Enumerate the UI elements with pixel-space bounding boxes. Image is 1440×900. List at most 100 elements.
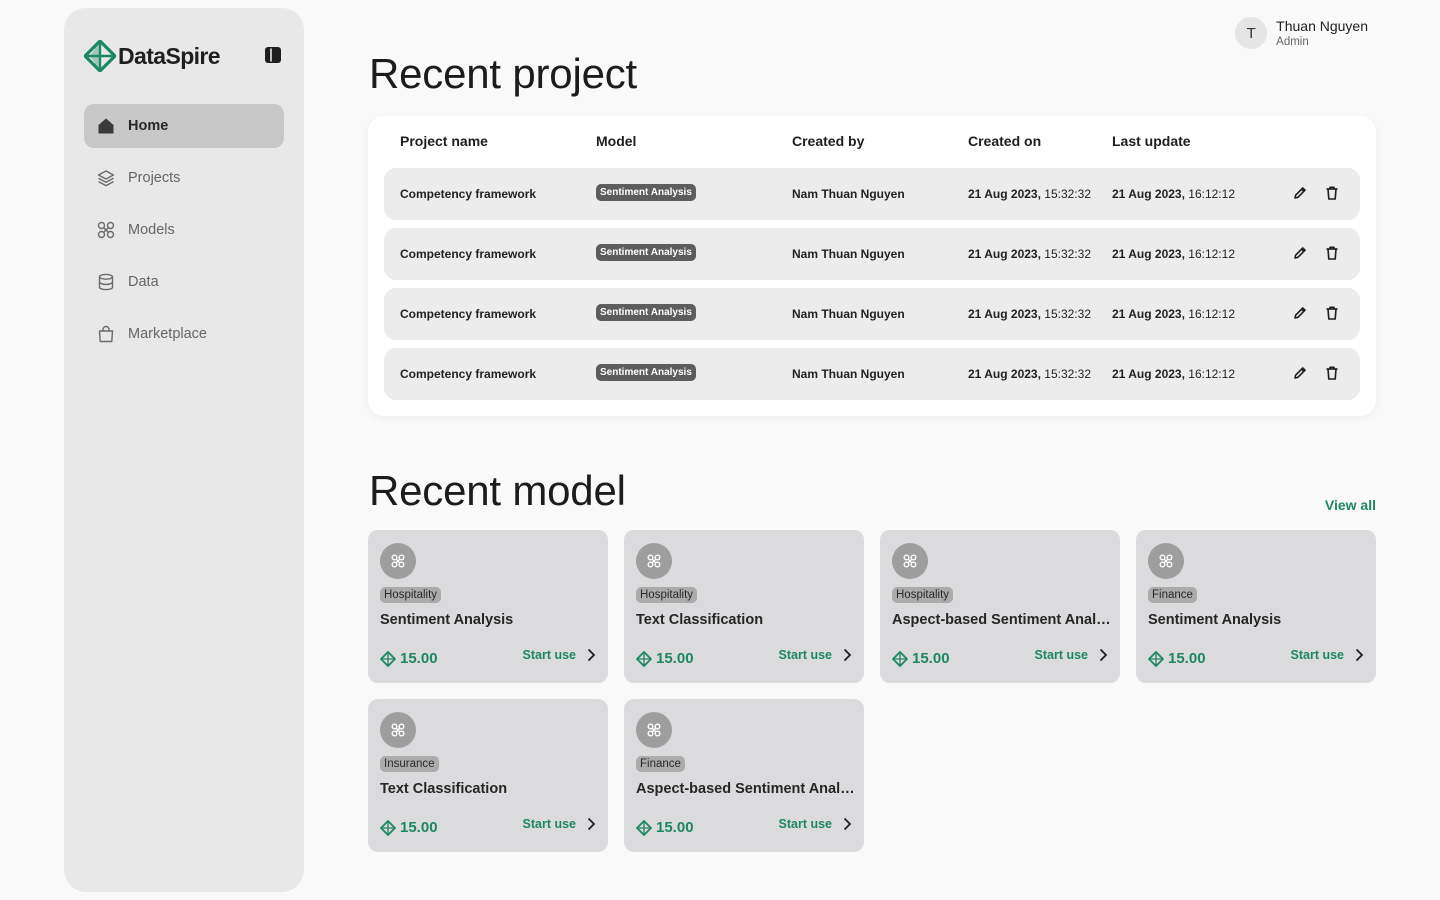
chevron-right-icon	[587, 817, 596, 831]
trash-icon[interactable]	[1324, 185, 1340, 201]
home-icon	[98, 118, 114, 134]
price-value: 15.00	[656, 650, 694, 667]
project-name: Competency framework	[400, 187, 537, 201]
view-all-link[interactable]: View all	[1325, 497, 1376, 513]
last-update: 21 Aug 2023, 16:12:12	[1112, 247, 1235, 261]
last-update-time: 16:12:12	[1188, 307, 1235, 321]
start-use-label: Start use	[1290, 648, 1345, 662]
created-by: Nam Thuan Nguyen	[792, 187, 905, 201]
project-name: Competency framework	[400, 307, 537, 321]
last-update-time: 16:12:12	[1188, 187, 1235, 201]
model-title: Sentiment Analysis	[1148, 612, 1282, 628]
user-role: Admin	[1276, 35, 1309, 48]
table-row[interactable]: Competency framework Sentiment Analysis …	[384, 288, 1360, 340]
edit-icon[interactable]	[1292, 185, 1308, 201]
start-use-button[interactable]: Start use	[523, 817, 597, 831]
table-row[interactable]: Competency framework Sentiment Analysis …	[384, 168, 1360, 220]
user-menu[interactable]: T Thuan Nguyen Admin	[1235, 17, 1368, 49]
model-avatar	[636, 712, 672, 748]
model-icon	[391, 723, 405, 737]
created-on-time: 15:32:32	[1044, 247, 1091, 261]
col-model: Model	[596, 133, 637, 149]
model-card[interactable]: Finance Aspect-based Sentiment Analysis …	[624, 699, 864, 852]
category-tag: Hospitality	[380, 587, 442, 603]
last-update-date: 21 Aug 2023,	[1112, 367, 1185, 381]
sidebar-item-label: Marketplace	[128, 326, 207, 342]
brand-logo[interactable]: DataSpire	[84, 40, 221, 72]
user-name: Thuan Nguyen	[1276, 17, 1368, 34]
price-value: 15.00	[1168, 650, 1206, 667]
price-value: 15.00	[912, 650, 950, 667]
model-card[interactable]: Finance Sentiment Analysis 15.00 Start u…	[1136, 530, 1376, 683]
model-title: Aspect-based Sentiment Analysis	[892, 612, 1112, 628]
category-tag: Finance	[1148, 587, 1197, 603]
model-icon	[1159, 554, 1173, 568]
col-last-update: Last update	[1112, 133, 1191, 149]
token-icon	[636, 819, 652, 836]
trash-icon[interactable]	[1324, 245, 1340, 261]
last-update-date: 21 Aug 2023,	[1112, 247, 1185, 261]
category-tag: Insurance	[380, 756, 439, 772]
sidebar-item-label: Data	[128, 274, 159, 290]
model-title: Text Classification	[380, 781, 508, 797]
trash-icon[interactable]	[1324, 365, 1340, 381]
project-name: Competency framework	[400, 247, 537, 261]
model-avatar	[380, 712, 416, 748]
token-icon	[892, 650, 908, 667]
trash-icon[interactable]	[1324, 305, 1340, 321]
created-on-date: 21 Aug 2023,	[968, 367, 1041, 381]
model-card[interactable]: Insurance Text Classification 15.00 Star…	[368, 699, 608, 852]
edit-icon[interactable]	[1292, 305, 1308, 321]
last-update-date: 21 Aug 2023,	[1112, 307, 1185, 321]
last-update: 21 Aug 2023, 16:12:12	[1112, 307, 1235, 321]
edit-icon[interactable]	[1292, 365, 1308, 381]
price-value: 15.00	[400, 819, 438, 836]
edit-icon[interactable]	[1292, 245, 1308, 261]
start-use-button[interactable]: Start use	[1035, 648, 1109, 662]
brand-name: DataSpire	[118, 42, 221, 69]
sidebar-item-projects[interactable]: Projects	[84, 156, 284, 200]
chevron-right-icon	[1099, 648, 1108, 662]
sidebar-item-label: Projects	[128, 170, 181, 186]
database-icon	[98, 273, 114, 291]
sidebar-item-data[interactable]: Data	[84, 260, 284, 304]
model-avatar	[636, 543, 672, 579]
model-card[interactable]: Hospitality Sentiment Analysis 15.00 Sta…	[368, 530, 608, 683]
layers-icon	[97, 170, 115, 187]
start-use-button[interactable]: Start use	[779, 648, 853, 662]
model-avatar	[380, 543, 416, 579]
created-by: Nam Thuan Nguyen	[792, 367, 905, 381]
start-use-button[interactable]: Start use	[779, 817, 853, 831]
model-badge: Sentiment Analysis	[596, 244, 696, 261]
start-use-label: Start use	[778, 817, 833, 831]
model-card[interactable]: Hospitality Aspect-based Sentiment Analy…	[880, 530, 1120, 683]
created-on: 21 Aug 2023, 15:32:32	[968, 187, 1091, 201]
model-title: Sentiment Analysis	[380, 612, 514, 628]
chevron-right-icon	[1355, 648, 1364, 662]
model-price: 15.00	[380, 650, 438, 667]
start-use-button[interactable]: Start use	[523, 648, 597, 662]
category-tag: Hospitality	[892, 587, 954, 603]
sidebar-item-marketplace[interactable]: Marketplace	[84, 312, 284, 356]
chevron-right-icon	[843, 817, 852, 831]
created-on: 21 Aug 2023, 15:32:32	[968, 367, 1091, 381]
model-icon	[647, 554, 661, 568]
model-badge: Sentiment Analysis	[596, 304, 696, 321]
table-row[interactable]: Competency framework Sentiment Analysis …	[384, 348, 1360, 400]
token-icon	[380, 650, 396, 667]
table-row[interactable]: Competency framework Sentiment Analysis …	[384, 228, 1360, 280]
dataspire-logo-icon	[84, 40, 116, 72]
category-tag: Hospitality	[636, 587, 698, 603]
last-update-date: 21 Aug 2023,	[1112, 187, 1185, 201]
sidebar-item-home[interactable]: Home	[84, 104, 284, 148]
model-icon	[903, 554, 917, 568]
sidebar-item-models[interactable]: Models	[84, 208, 284, 252]
model-card[interactable]: Hospitality Text Classification 15.00 St…	[624, 530, 864, 683]
start-use-button[interactable]: Start use	[1291, 648, 1365, 662]
model-icon	[391, 554, 405, 568]
model-price: 15.00	[1148, 650, 1206, 667]
model-title: Aspect-based Sentiment Analysis	[636, 781, 856, 797]
created-on-time: 15:32:32	[1044, 307, 1091, 321]
project-name: Competency framework	[400, 367, 537, 381]
sidebar-collapse-icon[interactable]	[264, 46, 282, 64]
